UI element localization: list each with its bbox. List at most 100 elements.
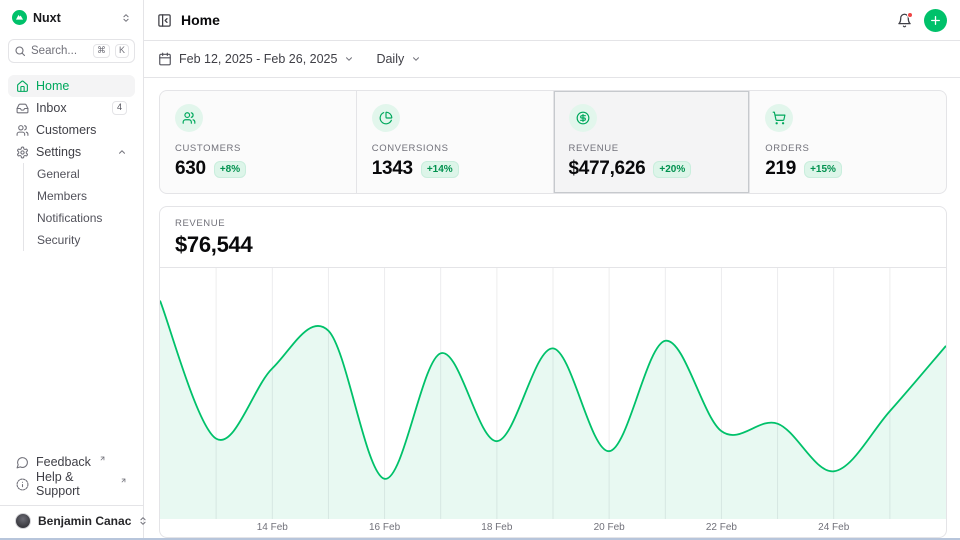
kbd-meta: ⌘ — [93, 44, 110, 58]
chart-plot: 14 Feb 16 Feb 18 Feb 20 Feb 22 Feb 24 Feb — [160, 267, 946, 537]
period-select[interactable]: Daily — [376, 52, 421, 66]
chart-pie-icon — [372, 104, 400, 132]
plus-icon — [929, 14, 942, 27]
chevron-down-icon — [344, 54, 354, 64]
page-header: Home — [144, 0, 960, 41]
stat-label: REVENUE — [569, 143, 735, 154]
chart-area[interactable] — [160, 268, 946, 519]
stat-card-revenue[interactable]: REVENUE $477,626 +20% — [554, 91, 750, 193]
sidebar-item-security[interactable]: Security — [24, 229, 135, 251]
user-name: Benjamin Canac — [38, 514, 131, 528]
subnav-label: General — [37, 167, 80, 181]
stat-delta-badge: +14% — [421, 161, 459, 178]
stat-label: CONVERSIONS — [372, 143, 538, 154]
workspace-name: Nuxt — [33, 11, 61, 25]
kbd-k: K — [115, 44, 129, 58]
sidebar-item-help-support[interactable]: Help & Support — [8, 473, 135, 495]
revenue-chart-card: REVENUE $76,544 14 Feb 16 Feb 18 Feb 20 Feb… — [159, 206, 947, 538]
sidebar-item-label: Customers — [36, 123, 96, 137]
sidebar-item-members[interactable]: Members — [24, 185, 135, 207]
stat-delta-badge: +15% — [804, 161, 842, 178]
stat-value: 1343 — [372, 158, 413, 180]
sidebar-item-settings[interactable]: Settings — [8, 141, 135, 163]
subnav-label: Notifications — [37, 211, 102, 225]
x-axis-tick-label: 14 Feb — [257, 522, 288, 533]
workspace-switcher[interactable]: Nuxt — [8, 8, 135, 27]
stat-card-conversions[interactable]: CONVERSIONS 1343 +14% — [357, 91, 553, 193]
dashboard-app: Nuxt Search... ⌘ K Home — [0, 0, 960, 538]
sidebar-item-label: Feedback — [36, 455, 91, 469]
info-icon — [16, 478, 29, 491]
nuxt-logo-icon — [12, 10, 27, 25]
sidebar-item-notifications[interactable]: Notifications — [24, 207, 135, 229]
x-axis-tick-label: 24 Feb — [818, 522, 849, 533]
chart-header: REVENUE $76,544 — [160, 207, 946, 267]
circle-dollar-icon — [569, 104, 597, 132]
sidebar-item-label: Home — [36, 79, 69, 93]
subnav-label: Security — [37, 233, 80, 247]
header-actions — [897, 9, 947, 32]
sidebar-item-label: Help & Support — [36, 470, 112, 498]
panel-left-close-icon — [157, 13, 172, 28]
stat-value: 630 — [175, 158, 206, 180]
stat-label: ORDERS — [765, 143, 931, 154]
date-range-picker[interactable]: Feb 12, 2025 - Feb 26, 2025 — [158, 52, 354, 66]
x-axis-tick-label: 16 Feb — [369, 522, 400, 533]
gear-icon — [16, 146, 29, 159]
notification-dot — [907, 12, 913, 18]
search-placeholder: Search... — [31, 45, 88, 57]
subnav-label: Members — [37, 189, 87, 203]
x-axis-tick-label: 22 Feb — [706, 522, 737, 533]
users-icon — [175, 104, 203, 132]
notifications-button[interactable] — [897, 13, 912, 28]
sidebar-spacer — [8, 251, 135, 451]
stats-grid: CUSTOMERS 630 +8% CONVERSIONS 1343 +14% — [159, 90, 947, 194]
sidebar-item-inbox[interactable]: Inbox 4 — [8, 97, 135, 119]
page-content: CUSTOMERS 630 +8% CONVERSIONS 1343 +14% — [144, 78, 960, 538]
stat-value: 219 — [765, 158, 796, 180]
stat-delta-badge: +8% — [214, 161, 246, 178]
chart-metric-label: REVENUE — [175, 218, 931, 229]
stat-value: $477,626 — [569, 158, 646, 180]
date-range-label: Feb 12, 2025 - Feb 26, 2025 — [179, 52, 337, 66]
avatar — [15, 513, 31, 529]
sidebar-nav: Home Inbox 4 Customers Settings — [8, 75, 135, 251]
main-area: Home Feb 12, — [144, 0, 960, 538]
collapse-sidebar-button[interactable] — [157, 13, 172, 28]
chevron-up-icon — [117, 147, 127, 157]
users-icon — [16, 124, 29, 137]
search-icon — [14, 45, 26, 57]
stat-delta-badge: +20% — [653, 161, 691, 178]
sidebar-item-customers[interactable]: Customers — [8, 119, 135, 141]
x-axis-tick-label: 18 Feb — [481, 522, 512, 533]
period-label: Daily — [376, 52, 404, 66]
chevron-down-icon — [411, 54, 421, 64]
sidebar-item-label: Inbox — [36, 101, 67, 115]
chart-metric-value: $76,544 — [175, 232, 931, 258]
settings-subnav: General Members Notifications Security — [23, 163, 135, 251]
sidebar-item-home[interactable]: Home — [8, 75, 135, 97]
sidebar-item-general[interactable]: General — [24, 163, 135, 185]
filters-toolbar: Feb 12, 2025 - Feb 26, 2025 Daily — [144, 41, 960, 78]
x-axis-tick-label: 20 Feb — [594, 522, 625, 533]
chevrons-up-down-icon — [121, 13, 131, 23]
page-title: Home — [181, 12, 220, 28]
revenue-area-chart — [160, 268, 946, 519]
calendar-icon — [158, 52, 172, 66]
user-menu[interactable]: Benjamin Canac — [0, 505, 143, 538]
inbox-count-badge: 4 — [112, 101, 127, 115]
home-icon — [16, 80, 29, 93]
sidebar: Nuxt Search... ⌘ K Home — [0, 0, 144, 538]
x-axis-ticks: 14 Feb 16 Feb 18 Feb 20 Feb 22 Feb 24 Feb — [160, 519, 946, 537]
sidebar-footer-nav: Feedback Help & Support — [8, 451, 135, 495]
shopping-cart-icon — [765, 104, 793, 132]
stat-card-orders[interactable]: ORDERS 219 +15% — [750, 91, 946, 193]
search-input[interactable]: Search... ⌘ K — [8, 39, 135, 63]
arrow-up-right-icon — [120, 477, 127, 484]
stat-card-customers[interactable]: CUSTOMERS 630 +8% — [160, 91, 356, 193]
inbox-icon — [16, 102, 29, 115]
stat-label: CUSTOMERS — [175, 143, 341, 154]
add-button[interactable] — [924, 9, 947, 32]
message-circle-icon — [16, 456, 29, 469]
arrow-up-right-icon — [99, 455, 106, 462]
